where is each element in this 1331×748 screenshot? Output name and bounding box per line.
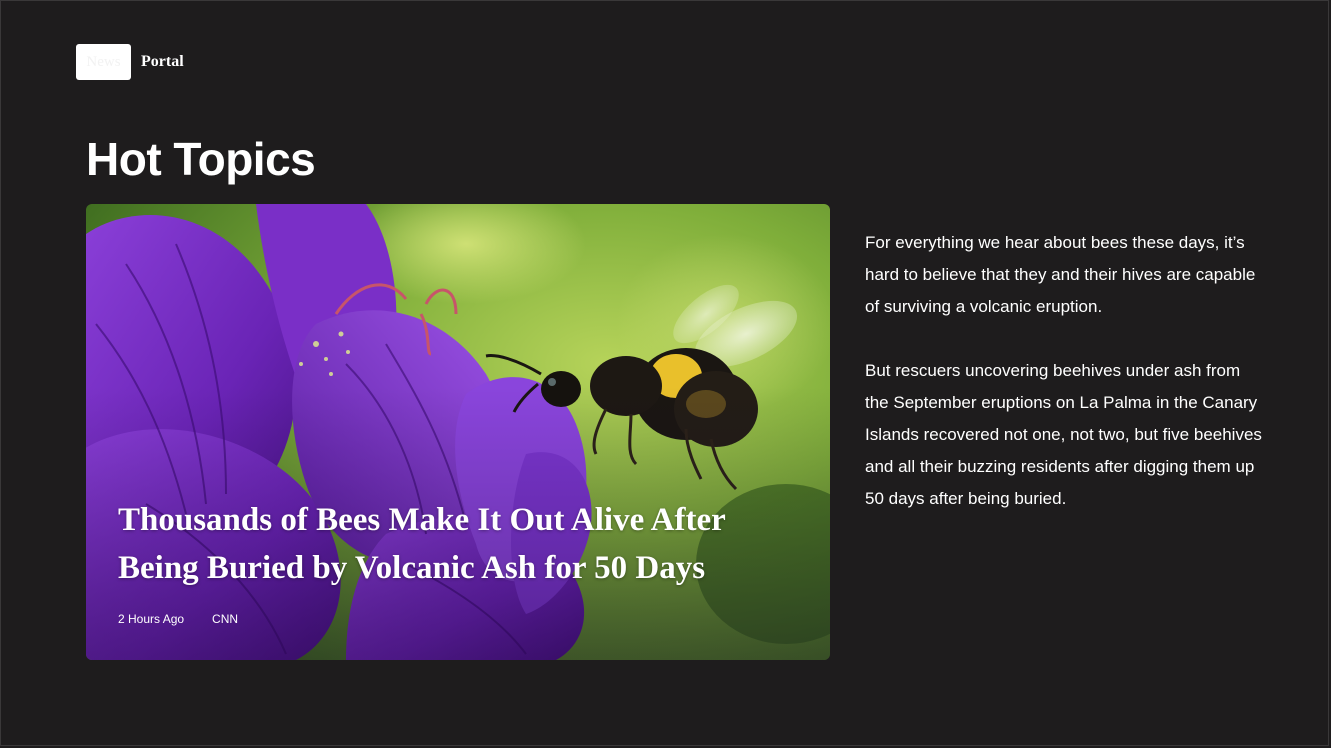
summary-paragraph: For everything we hear about bees these … [865,233,1256,316]
featured-headline[interactable]: Thousands of Bees Make It Out Alive Afte… [118,496,778,592]
source-label[interactable]: CNN [212,612,238,626]
summary-paragraph: But rescuers uncovering beehives under a… [865,361,1262,508]
section-title: Hot Topics [86,133,316,185]
site-name: Portal [141,53,184,70]
featured-article-card[interactable]: Thousands of Bees Make It Out Alive Afte… [86,204,830,660]
article-summary: For everything we hear about bees these … [865,227,1265,547]
featured-meta: 2 Hours Ago CNN [118,612,238,626]
logo-badge[interactable]: News [76,44,131,80]
published-time: 2 Hours Ago [118,612,185,626]
